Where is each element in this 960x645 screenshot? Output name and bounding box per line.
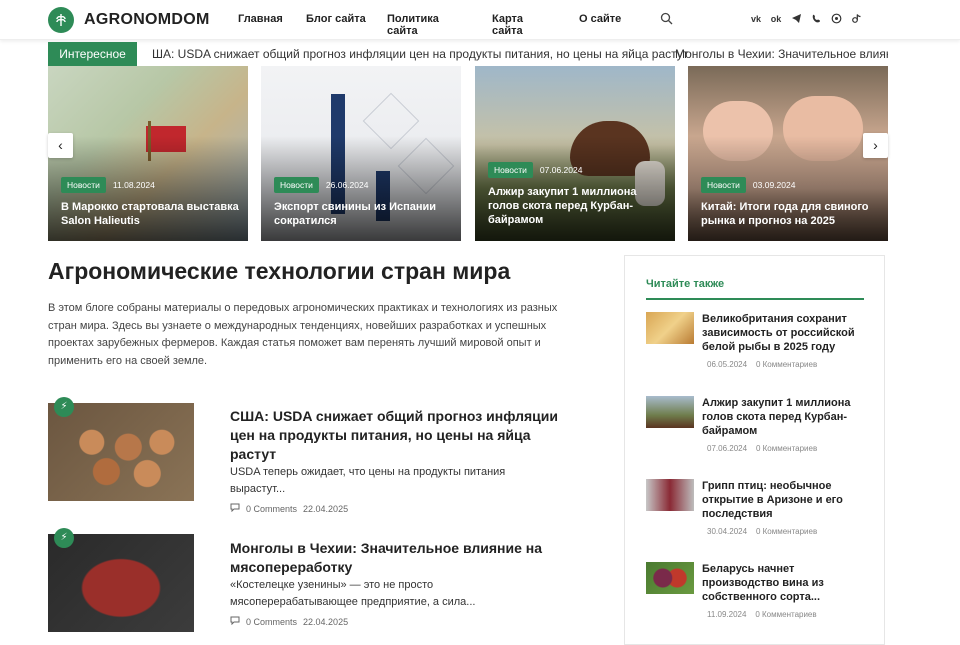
slide-title: Экспорт свинины из Испании сократился: [274, 201, 437, 227]
viber-icon[interactable]: [810, 13, 822, 25]
slider-next-button[interactable]: ›: [863, 133, 888, 158]
post-card: ⚡ Монголы в Чехии: Значительное влияние …: [48, 528, 578, 634]
sidebar-item-title[interactable]: Беларусь начнет производство вина из соб…: [702, 562, 862, 604]
post-excerpt: «Костелецке узенины» — это не просто мяс…: [230, 579, 476, 608]
slide-date: 26.06.2024: [325, 180, 369, 190]
page-intro: В этом блоге собраны материалы о передов…: [48, 302, 558, 367]
nav-about[interactable]: О сайте: [579, 13, 629, 25]
odnoklassniki-icon[interactable]: ok: [770, 13, 782, 25]
slide-title: Алжир закупит 1 миллиона голов скота пер…: [488, 186, 637, 226]
sidebar-item-comments[interactable]: 0 Комментариев: [755, 610, 816, 619]
ticker-item[interactable]: ША: USDA снижает общий прогноз инфляции …: [152, 42, 688, 66]
telegram-icon[interactable]: [790, 13, 802, 25]
slide-card[interactable]: Новости 07.06.2024 Алжир закупит 1 милли…: [475, 66, 675, 241]
featured-slider: Новости 11.08.2024 В Марокко стартовала …: [48, 66, 888, 241]
sidebar-read-also: Читайте также Великобритания сохранит за…: [624, 255, 885, 645]
category-badge[interactable]: Новости: [488, 162, 533, 178]
slide-card[interactable]: Новости 03.09.2024 Китай: Итоги года для…: [688, 66, 888, 241]
sidebar-thumbnail[interactable]: [646, 479, 694, 511]
slide-date: 03.09.2024: [752, 180, 796, 190]
post-comments[interactable]: 0 Comments: [246, 504, 297, 514]
slide-title: В Марокко стартовала выставка Salon Hali…: [61, 201, 239, 227]
post-title[interactable]: Монголы в Чехии: Значительное влияние на…: [230, 539, 560, 577]
ticker-label: Интересное: [48, 42, 137, 66]
sidebar-item-comments[interactable]: 0 Комментариев: [756, 444, 817, 453]
post-date: 22.04.2025: [303, 503, 349, 514]
tiktok-icon[interactable]: [850, 13, 862, 25]
sidebar-item-date: 11.09.2024: [707, 610, 747, 619]
sidebar-item-date: 30.04.2024: [707, 527, 748, 536]
slide-card[interactable]: Новости 11.08.2024 В Марокко стартовала …: [48, 66, 248, 241]
sidebar-heading: Читайте также: [646, 278, 725, 290]
category-badge[interactable]: Новости: [701, 177, 746, 193]
sidebar-item-comments[interactable]: 0 Комментариев: [756, 527, 817, 536]
nav-sitemap[interactable]: Карта сайта: [492, 13, 556, 37]
sidebar-item-title[interactable]: Великобритания сохранит зависимость от р…: [702, 312, 862, 354]
chevron-right-icon: ›: [873, 137, 878, 153]
page-title: Агрономические технологии стран мира: [48, 258, 511, 284]
sidebar-item-comments[interactable]: 0 Комментариев: [756, 360, 817, 369]
slide-card[interactable]: Новости 26.06.2024 Экспорт свинины из Ис…: [261, 66, 461, 241]
search-icon[interactable]: [660, 12, 674, 26]
post-comments[interactable]: 0 Comments: [246, 617, 297, 627]
bolt-icon: ⚡: [54, 528, 74, 548]
category-badge[interactable]: Новости: [274, 177, 319, 193]
nav-blog[interactable]: Блог сайта: [306, 13, 366, 25]
site-logo[interactable]: AGRONOMDOM: [48, 7, 210, 33]
post-title[interactable]: США: USDA снижает общий прогноз инфляции…: [230, 407, 560, 464]
post-excerpt: USDA теперь ожидает, что цены на продукт…: [230, 466, 506, 495]
comment-icon: [230, 616, 240, 627]
category-badge[interactable]: Новости: [61, 177, 106, 193]
comment-icon: [230, 503, 240, 514]
news-ticker: Интересное ША: USDA снижает общий прогно…: [48, 42, 888, 66]
slider-prev-button[interactable]: ‹: [48, 133, 73, 158]
post-date: 22.04.2025: [303, 616, 349, 627]
sidebar-item-title[interactable]: Грипп птиц: необычное открытие в Аризоне…: [702, 479, 862, 521]
site-logo-text: AGRONOMDOM: [84, 11, 210, 28]
sidebar-item-date: 07.06.2024: [707, 444, 748, 453]
post-card: ⚡ США: USDA снижает общий прогноз инфляц…: [48, 397, 578, 514]
sidebar-thumbnail[interactable]: [646, 312, 694, 344]
wheat-logo-icon: [48, 7, 74, 33]
sidebar-thumbnail[interactable]: [646, 396, 694, 428]
sidebar-item-title[interactable]: Алжир закупит 1 миллиона голов скота пер…: [702, 396, 862, 438]
nav-home[interactable]: Главная: [238, 13, 283, 25]
nav-policy[interactable]: Политика сайта: [387, 13, 467, 37]
sidebar-thumbnail[interactable]: [646, 562, 694, 594]
slide-date: 07.06.2024: [539, 165, 583, 175]
sidebar-item-date: 06.05.2024: [707, 360, 748, 369]
site-header: AGRONOMDOM Главная Блог сайта Политика с…: [0, 0, 960, 40]
ticker-item[interactable]: Монголы в Чехии: Значительное влияние: [675, 42, 888, 66]
whatsapp-icon[interactable]: [830, 13, 842, 25]
vk-icon[interactable]: vk: [750, 13, 762, 25]
slide-title: Китай: Итоги года для свиного рынка и пр…: [701, 201, 869, 227]
post-thumbnail[interactable]: [48, 403, 194, 501]
social-links: vk ok: [750, 13, 862, 25]
slide-date: 11.08.2024: [112, 180, 155, 190]
chevron-left-icon: ‹: [58, 137, 63, 153]
post-thumbnail[interactable]: [48, 534, 194, 632]
bolt-icon: ⚡: [54, 397, 74, 417]
